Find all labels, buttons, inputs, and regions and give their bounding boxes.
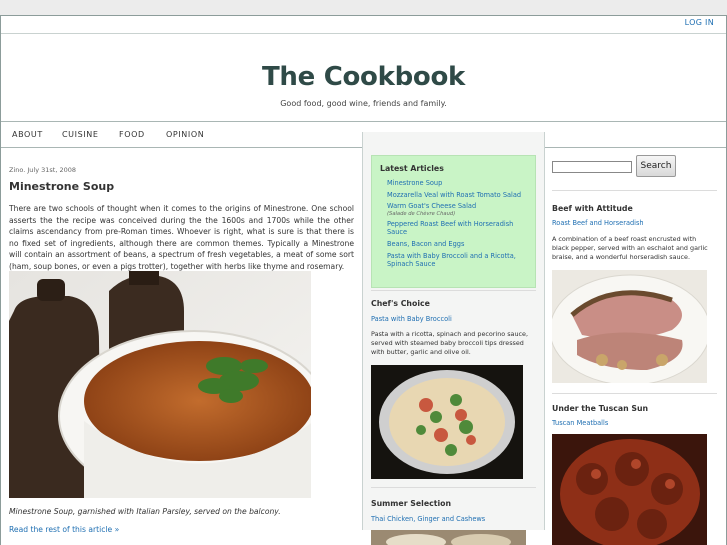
divider — [371, 487, 536, 488]
tuscan-heading: Under the Tuscan Sun — [552, 404, 649, 413]
nav-opinion[interactable]: OPINION — [166, 130, 204, 139]
chefs-choice-link[interactable]: Pasta with Baby Broccoli — [371, 315, 452, 323]
thai-chicken-image — [371, 530, 526, 545]
soup-photo — [9, 271, 311, 498]
thai-chicken-photo — [371, 530, 526, 545]
latest-article-subtitle: (Salade de Chèvre Chaud) — [387, 210, 456, 217]
search-input[interactable] — [552, 161, 632, 173]
latest-article-link[interactable]: Beans, Bacon and Eggs — [387, 240, 464, 248]
post-title[interactable]: Minestrone Soup — [9, 180, 354, 193]
list-item: Minestrone Soup — [387, 179, 535, 188]
beef-heading: Beef with Attitude — [552, 204, 633, 213]
roast-beef-photo — [552, 270, 707, 383]
site-title[interactable]: The Cookbook — [1, 62, 726, 92]
list-item: Warm Goat's Cheese Salad (Salade de Chèvr… — [387, 202, 535, 217]
nav-food[interactable]: FOOD — [119, 130, 145, 139]
post-meta: Zino. July 31st, 2008 — [9, 166, 77, 174]
latest-article-link[interactable]: Warm Goat's Cheese Salad — [387, 202, 476, 210]
list-item: Mozzarella Veal with Roast Tomato Salad — [387, 191, 535, 200]
divider — [552, 190, 717, 191]
column-divider — [544, 132, 545, 530]
list-item: Beans, Bacon and Eggs — [387, 240, 535, 249]
beef-link[interactable]: Roast Beef and Horseradish — [552, 219, 644, 227]
read-more-link[interactable]: Read the rest of this article » — [9, 525, 119, 534]
soup-image — [9, 271, 311, 498]
post-excerpt: There are two schools of thought when it… — [9, 204, 354, 271]
top-bar: LOG IN — [1, 16, 726, 34]
latest-articles-heading: Latest Articles — [380, 164, 444, 173]
summer-selection-heading: Summer Selection — [371, 499, 452, 508]
beef-text: A combination of a beef roast encrusted … — [552, 235, 708, 262]
divider — [552, 393, 717, 394]
nav-about[interactable]: ABOUT — [12, 130, 43, 139]
main-content: Zino. July 31st, 2008 Minestrone Soup Th… — [9, 151, 354, 272]
chefs-choice-heading: Chef's Choice — [371, 299, 430, 308]
roast-beef-image — [552, 270, 707, 383]
tuscan-link[interactable]: Tuscan Meatballs — [552, 419, 608, 427]
column-divider — [362, 132, 363, 530]
latest-article-link[interactable]: Peppered Roast Beef with Horseradish Sau… — [387, 220, 513, 237]
photo-caption: Minestrone Soup, garnished with Italian … — [9, 507, 281, 516]
list-item: Peppered Roast Beef with Horseradish Sau… — [387, 220, 535, 237]
divider — [371, 290, 536, 291]
latest-article-link[interactable]: Pasta with Baby Broccoli and a Ricotta, … — [387, 252, 516, 269]
latest-article-link[interactable]: Mozzarella Veal with Roast Tomato Salad — [387, 191, 521, 199]
latest-article-link[interactable]: Minestrone Soup — [387, 179, 442, 187]
chefs-choice-text: Pasta with a ricotta, spinach and pecori… — [371, 330, 528, 357]
latest-articles-list: Minestrone Soup Mozzarella Veal with Roa… — [387, 179, 535, 269]
meatballs-photo — [552, 434, 707, 545]
site-tagline: Good food, good wine, friends and family… — [280, 99, 447, 108]
login-link[interactable]: LOG IN — [685, 18, 714, 27]
pasta-photo — [371, 365, 523, 479]
search-button[interactable]: Search — [636, 155, 676, 177]
summer-selection-link[interactable]: Thai Chicken, Ginger and Cashews — [371, 515, 485, 523]
nav-cuisine[interactable]: CUISINE — [62, 130, 98, 139]
masthead: The Cookbook Good food, good wine, frien… — [1, 34, 726, 121]
meatballs-image — [552, 434, 707, 545]
latest-articles-box: Latest Articles Minestrone Soup Mozzarel… — [371, 155, 536, 288]
pasta-image — [371, 365, 523, 479]
list-item: Pasta with Baby Broccoli and a Ricotta, … — [387, 252, 535, 269]
